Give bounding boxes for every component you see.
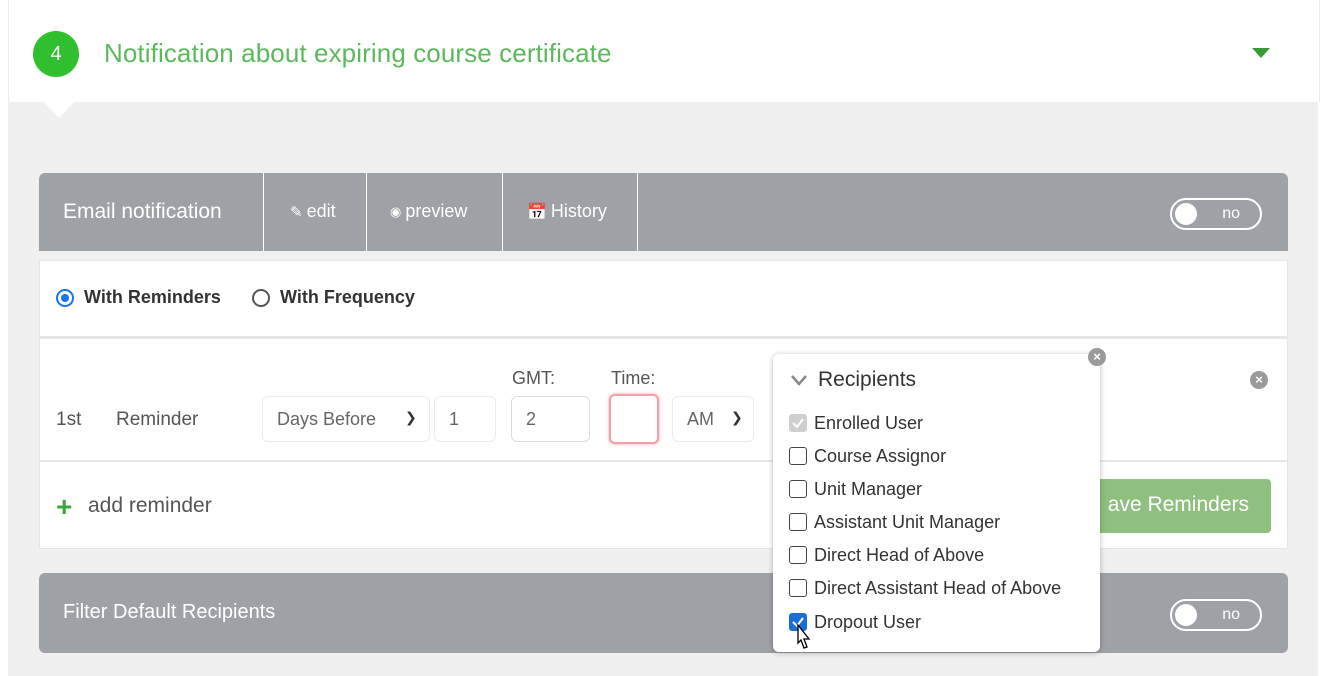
collapse-caret-icon[interactable] [1252,48,1270,58]
direct-head-checkbox[interactable] [789,546,807,564]
ampm-select[interactable]: AM ❯ [672,396,754,442]
eye-icon: ◉ [390,203,402,219]
history-label: History [550,201,607,221]
with-frequency-radio[interactable] [252,289,270,307]
edit-icon: ✎ [290,203,303,221]
add-reminder-link[interactable]: add reminder [88,494,212,518]
edit-button[interactable]: ✎ edit [290,201,336,222]
bar-divider [366,173,367,251]
filter-recipients-label: Filter Default Recipients [63,601,276,623]
toggle-label: no [1222,606,1240,623]
chevron-down-icon: ❯ [731,409,743,425]
with-frequency-label[interactable]: With Frequency [280,287,415,308]
edit-label: edit [306,201,336,221]
recipient-label: Dropout User [814,612,922,632]
unit-manager-checkbox[interactable] [789,480,807,498]
recipients-header[interactable]: Recipients [790,368,916,392]
chevron-down-icon: ❯ [405,409,417,425]
bar-divider [263,173,264,251]
toggle-label: no [1222,205,1240,222]
calendar-icon: 📅 [527,203,547,221]
assistant-unit-manager-checkbox[interactable] [789,513,807,531]
with-reminders-label[interactable]: With Reminders [84,287,221,308]
direct-assistant-head-checkbox[interactable] [789,579,807,597]
days-before-select[interactable]: Days Before ❯ [262,396,430,442]
history-button[interactable]: 📅 History [527,201,607,222]
mouse-cursor-icon [797,624,811,649]
save-reminders-label: ave Reminders [1107,493,1249,516]
recipient-label: Direct Head of Above [814,545,985,565]
gmt-label: GMT: [512,368,555,388]
email-notification-bar [39,173,1288,251]
preview-button[interactable]: ◉ preview [390,201,467,222]
close-popup-icon[interactable]: × [1088,348,1106,366]
check-icon [792,418,804,429]
reminder-label: Reminder [116,409,199,430]
recipient-label: Assistant Unit Manager [814,512,1001,532]
days-input[interactable]: 1 [434,396,496,442]
course-assignor-checkbox[interactable] [789,447,807,465]
email-notification-toggle[interactable]: no [1170,198,1262,230]
reminder-ordinal: 1st [56,409,82,430]
toggle-knob [1175,203,1197,225]
bar-divider [502,173,503,251]
step-title[interactable]: Notification about expiring course certi… [104,38,612,69]
email-notification-label: Email notification [63,200,222,223]
plus-icon[interactable]: + [56,493,72,521]
recipient-label: Enrolled User [814,413,924,433]
recipients-title: Recipients [818,368,917,391]
recipient-label: Course Assignor [814,446,947,466]
time-label: Time: [611,368,656,388]
filter-recipients-toggle[interactable]: no [1170,599,1262,631]
with-reminders-radio[interactable] [56,289,74,307]
bar-divider [637,173,638,251]
recipient-label: Direct Assistant Head of Above [814,578,1062,598]
ampm-value: AM [687,409,714,429]
mode-panel [39,260,1288,337]
recipient-label: Unit Manager [814,479,923,499]
recipients-popup [773,354,1100,652]
remove-reminder-icon[interactable]: × [1250,371,1268,389]
step-number-badge: 4 [33,31,79,77]
save-reminders-button[interactable]: ave Reminders [1080,479,1271,533]
toggle-knob [1175,604,1197,626]
header-pointer [42,100,76,118]
time-input[interactable] [609,394,659,444]
enrolled-user-checkbox [789,414,807,432]
chevron-down-icon [791,375,807,386]
preview-label: preview [405,201,468,221]
gmt-input[interactable]: 2 [511,396,590,442]
days-before-value: Days Before [277,409,377,429]
